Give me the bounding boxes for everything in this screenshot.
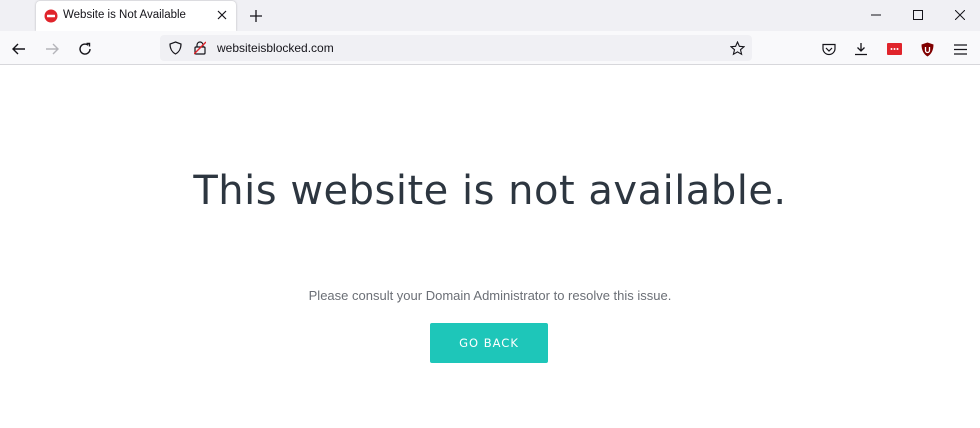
extension-icon (886, 43, 902, 55)
tab-title: Website is Not Available (63, 9, 186, 21)
bookmark-star-icon (729, 40, 745, 55)
maximize-icon (913, 10, 923, 20)
site-security-button[interactable] (192, 40, 208, 56)
pocket-icon (822, 43, 836, 55)
reload-button[interactable] (76, 40, 94, 58)
insecure-lock-icon (194, 41, 206, 55)
new-tab-button[interactable] (247, 7, 264, 24)
maximize-button[interactable] (908, 6, 928, 24)
pocket-button[interactable] (820, 40, 838, 58)
plus-icon (249, 9, 262, 22)
forward-icon (46, 43, 59, 55)
address-bar[interactable]: websiteisblocked.com (160, 35, 752, 61)
close-tab-button[interactable] (214, 7, 230, 23)
ublock-icon (921, 42, 933, 56)
close-window-button[interactable] (950, 6, 970, 24)
shield-icon (168, 41, 182, 55)
download-icon (855, 43, 867, 56)
tab-strip: Website is Not Available (0, 0, 980, 31)
page-content: This website is not available. Please co… (0, 65, 980, 428)
minimize-button[interactable] (866, 6, 886, 24)
back-icon (12, 43, 25, 55)
downloads-button[interactable] (852, 40, 870, 58)
go-back-button[interactable]: GO BACK (430, 323, 548, 363)
close-icon (217, 10, 227, 20)
bookmark-button[interactable] (729, 40, 745, 56)
tracking-protection-button[interactable] (167, 40, 183, 56)
reload-icon (79, 42, 91, 55)
ublock-button[interactable] (918, 40, 936, 58)
close-icon (955, 10, 965, 20)
menu-icon (953, 43, 967, 55)
navigation-toolbar: websiteisblocked.com (0, 31, 980, 65)
forward-button[interactable] (43, 40, 61, 58)
page-title: This website is not available. (193, 168, 787, 214)
back-button[interactable] (10, 40, 28, 58)
extension-button[interactable] (885, 40, 903, 58)
blocked-icon (44, 9, 58, 23)
page-message: Please consult your Domain Administrator… (308, 288, 672, 303)
minimize-icon (871, 14, 881, 16)
tab-active[interactable]: Website is Not Available (36, 1, 236, 31)
app-menu-button[interactable] (951, 40, 969, 58)
url-text[interactable]: websiteisblocked.com (217, 41, 334, 55)
